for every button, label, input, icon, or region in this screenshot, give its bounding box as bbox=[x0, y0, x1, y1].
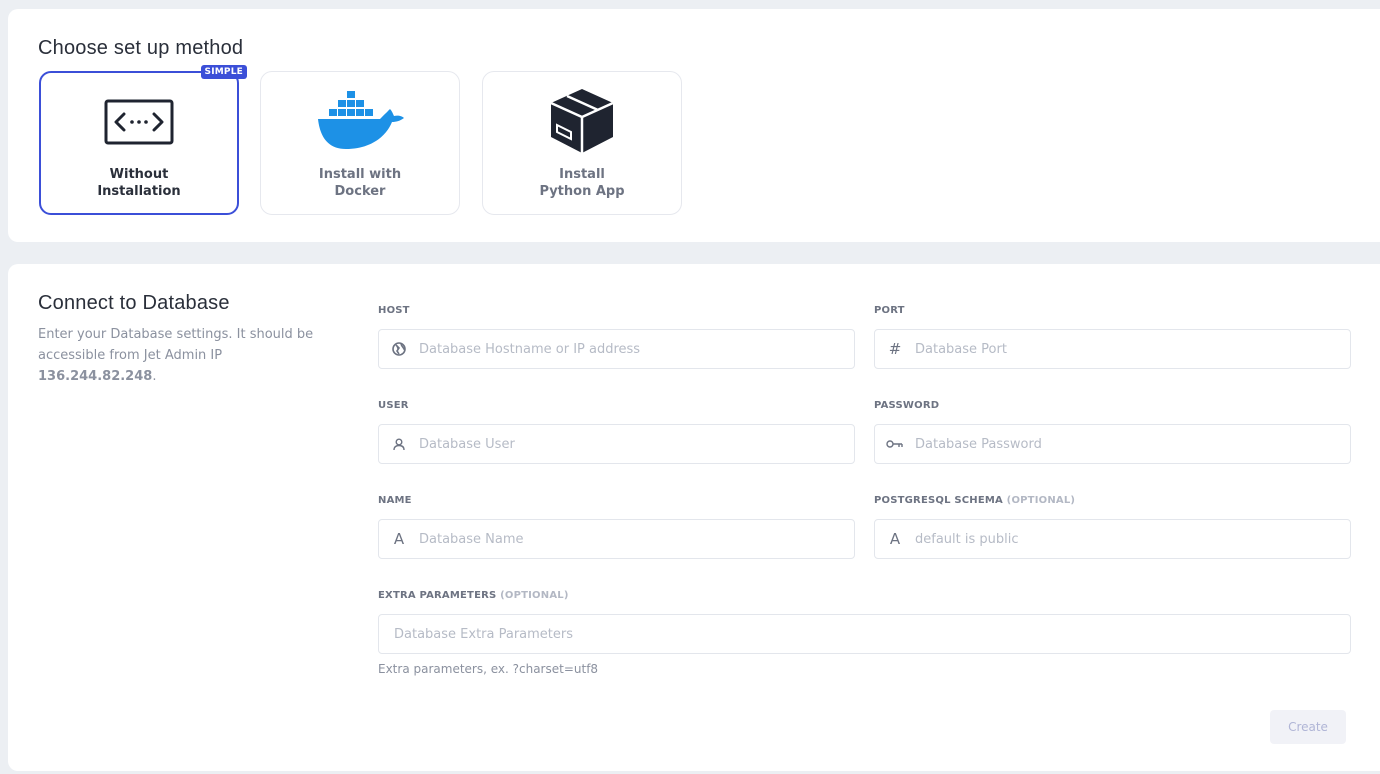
host-input[interactable] bbox=[419, 330, 854, 368]
port-label: PORT bbox=[874, 305, 905, 316]
optional-tag: (OPTIONAL) bbox=[1006, 495, 1076, 506]
code-window-icon bbox=[104, 99, 174, 145]
text-a-icon: A bbox=[393, 530, 405, 548]
user-icon bbox=[379, 437, 419, 451]
host-field[interactable] bbox=[378, 329, 855, 369]
schema-field[interactable]: A bbox=[874, 519, 1351, 559]
optional-tag: (OPTIONAL) bbox=[500, 590, 569, 601]
name-label: NAME bbox=[378, 495, 412, 506]
connect-database-title: Connect to Database bbox=[38, 292, 230, 314]
text-a-icon: A bbox=[889, 530, 901, 548]
create-button[interactable]: Create bbox=[1270, 710, 1346, 744]
schema-input[interactable] bbox=[915, 520, 1350, 558]
name-input[interactable] bbox=[419, 520, 854, 558]
package-box-icon bbox=[550, 89, 614, 153]
method-without-installation[interactable]: SIMPLE Without Installation bbox=[39, 65, 247, 215]
extra-parameters-label: EXTRA PARAMETERS (OPTIONAL) bbox=[378, 590, 569, 601]
description-text: Enter your Database settings. It should … bbox=[38, 327, 314, 363]
jet-admin-ip: 136.244.82.248 bbox=[38, 369, 153, 384]
extra-parameters-field[interactable] bbox=[378, 614, 1351, 654]
password-field[interactable] bbox=[874, 424, 1351, 464]
docker-whale-icon bbox=[318, 91, 404, 149]
user-input[interactable] bbox=[419, 425, 854, 463]
password-label: PASSWORD bbox=[874, 400, 940, 411]
simple-badge: SIMPLE bbox=[200, 65, 247, 79]
user-field[interactable] bbox=[378, 424, 855, 464]
port-input[interactable] bbox=[915, 330, 1350, 368]
port-field[interactable]: # bbox=[874, 329, 1351, 369]
schema-label-text: POSTGRESQL SCHEMA bbox=[874, 495, 1003, 506]
connect-database-description: Enter your Database settings. It should … bbox=[38, 324, 338, 387]
method-install-docker[interactable]: Install with Docker bbox=[260, 71, 460, 215]
extra-label-text: EXTRA PARAMETERS bbox=[378, 590, 497, 601]
connect-database-panel: Connect to Database Enter your Database … bbox=[8, 264, 1380, 771]
schema-label: POSTGRESQL SCHEMA (OPTIONAL) bbox=[874, 495, 1075, 506]
globe-icon bbox=[379, 342, 419, 356]
method-label: Install Python App bbox=[539, 167, 625, 199]
extra-parameters-input[interactable] bbox=[379, 615, 1350, 653]
setup-method-panel: Choose set up method SIMPLE Without Inst… bbox=[8, 9, 1380, 242]
extra-parameters-hint: Extra parameters, ex. ?charset=utf8 bbox=[378, 662, 599, 676]
method-label: Install with Docker bbox=[318, 167, 402, 199]
description-suffix: . bbox=[152, 369, 157, 384]
method-install-python-app[interactable]: Install Python App bbox=[482, 71, 682, 215]
setup-method-title: Choose set up method bbox=[38, 37, 244, 59]
key-icon bbox=[875, 439, 915, 449]
hash-icon: # bbox=[888, 340, 902, 358]
password-input[interactable] bbox=[915, 425, 1350, 463]
user-label: USER bbox=[378, 400, 409, 411]
method-label: Without Installation bbox=[97, 167, 181, 199]
host-label: HOST bbox=[378, 305, 410, 316]
name-field[interactable]: A bbox=[378, 519, 855, 559]
